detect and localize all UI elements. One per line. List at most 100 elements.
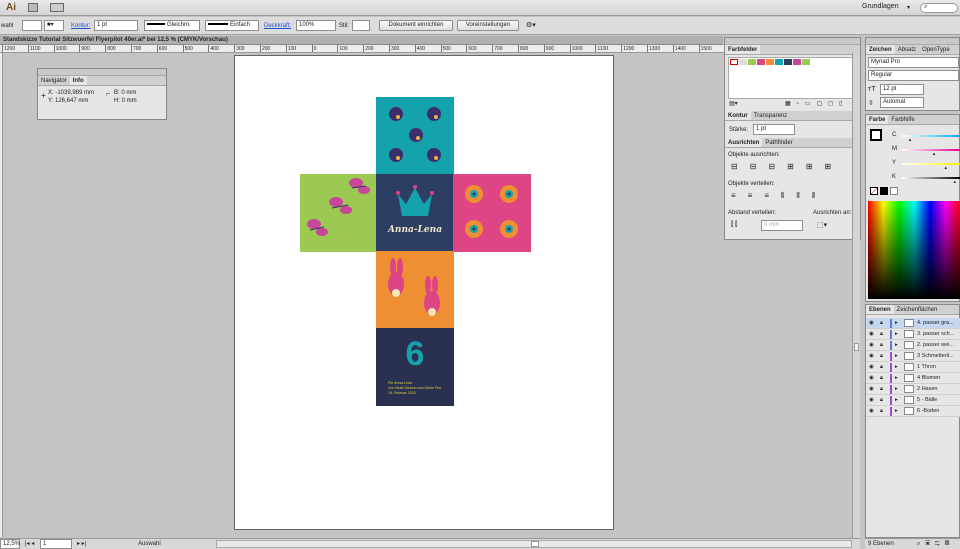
eye-icon[interactable]: ◉: [869, 362, 874, 373]
scroll-thumb[interactable]: [854, 343, 859, 351]
slider-handle[interactable]: ▴: [954, 179, 957, 185]
tab-pathfinder[interactable]: Pathfinder: [762, 138, 795, 147]
bridge-icon[interactable]: [28, 3, 38, 12]
horizontal-scrollbar[interactable]: [216, 540, 852, 548]
swatch[interactable]: [739, 59, 747, 65]
opacity-link[interactable]: Deckkraft:: [264, 22, 291, 30]
lock-icon[interactable]: 🔒︎: [880, 384, 883, 395]
expand-triangle-icon[interactable]: ▸: [895, 373, 898, 384]
artboard-field[interactable]: 1: [40, 539, 72, 549]
preferences-button[interactable]: Voreinstellungen: [457, 20, 519, 31]
swatches-grid[interactable]: [728, 57, 858, 99]
align-buttons-icon[interactable]: ⊟⊟⊟⊞⊞⊞: [731, 162, 843, 171]
slider-handle[interactable]: ▴: [909, 137, 912, 143]
opacity-field[interactable]: 100%: [296, 20, 336, 31]
expand-triangle-icon[interactable]: ▸: [895, 318, 898, 329]
eye-icon[interactable]: ◉: [869, 340, 874, 351]
panel-header[interactable]: [866, 38, 959, 45]
tab-ausrichten[interactable]: Ausrichten: [725, 138, 763, 147]
brush-select[interactable]: Einfach: [205, 20, 259, 31]
expand-triangle-icon[interactable]: ▸: [895, 329, 898, 340]
white-color-icon[interactable]: [890, 187, 898, 195]
eye-icon[interactable]: ◉: [869, 318, 874, 329]
tab-navigator[interactable]: Navigator: [38, 76, 70, 85]
fill-swatch[interactable]: [22, 20, 42, 31]
swatch-tools-icon[interactable]: ▦▫▭▢◻▯: [785, 100, 848, 107]
lock-icon[interactable]: 🔒︎: [880, 406, 883, 417]
layer-row[interactable]: ◉ 🔒︎ ▸ 3 Schmetterli...: [866, 351, 960, 362]
next-artboard-icon[interactable]: ▸ ▸|: [77, 539, 86, 549]
staerke-field[interactable]: 1 pt: [753, 124, 795, 135]
eye-icon[interactable]: ◉: [869, 351, 874, 362]
zoom-field[interactable]: 12,5%: [0, 539, 20, 549]
kontur-link[interactable]: Kontur:: [71, 22, 90, 30]
abstand-field[interactable]: 0 mm: [761, 220, 803, 231]
lock-icon[interactable]: 🔒︎: [880, 329, 883, 340]
tab-transparenz[interactable]: Transparenz: [751, 111, 790, 120]
magenta-slider[interactable]: ▴: [902, 149, 960, 157]
face-crown[interactable]: Anna-Lena: [376, 174, 454, 252]
eye-icon[interactable]: ◉: [869, 384, 874, 395]
lock-icon[interactable]: 🔒︎: [880, 351, 883, 362]
expand-triangle-icon[interactable]: ▸: [895, 362, 898, 373]
swatch[interactable]: [775, 59, 783, 65]
expand-triangle-icon[interactable]: ▸: [895, 406, 898, 417]
swatch-library-icon[interactable]: ▤▾: [729, 100, 738, 107]
document-tab[interactable]: Standskizze Tutorial Sitzwuerfel Flyerpi…: [0, 36, 723, 45]
slider-handle[interactable]: ▴: [933, 151, 936, 157]
chevron-down-icon[interactable]: ▾: [907, 4, 910, 11]
tab-zeichenflaechen[interactable]: Zeichenflächen: [894, 305, 941, 314]
eye-icon[interactable]: ◉: [869, 373, 874, 384]
stroke-swatch[interactable]: ■▾: [44, 20, 64, 31]
align-to-icon[interactable]: ⬚▾: [817, 221, 827, 229]
layer-row[interactable]: ◉ 🔒︎ ▸ 4 Blumen: [866, 373, 960, 384]
tab-farbhilfe[interactable]: Farbhilfe: [888, 115, 917, 124]
color-spectrum[interactable]: [868, 201, 960, 299]
black-slider[interactable]: ▴: [902, 177, 960, 185]
tab-absatz[interactable]: Absatz: [895, 45, 919, 54]
font-style-field[interactable]: Regular: [868, 70, 959, 81]
face-butterflies[interactable]: [300, 174, 377, 252]
expand-triangle-icon[interactable]: ▸: [895, 395, 898, 406]
swatch[interactable]: [748, 59, 756, 65]
none-color-icon[interactable]: [870, 187, 878, 195]
lock-icon[interactable]: 🔒︎: [880, 318, 883, 329]
swatch[interactable]: [784, 59, 792, 65]
swatch[interactable]: [802, 59, 810, 65]
expand-triangle-icon[interactable]: ▸: [895, 340, 898, 351]
cube-net[interactable]: Anna-Lena 6 Für Anna-Lena von Tante Gudr…: [300, 97, 531, 407]
stroke-color-indicator[interactable]: [870, 129, 882, 141]
face-balls[interactable]: [376, 97, 454, 175]
swatch[interactable]: [793, 59, 801, 65]
tab-kontur[interactable]: Kontur: [725, 111, 751, 120]
layer-row[interactable]: ◉ 🔒︎ ▸ 1 Thron: [866, 362, 960, 373]
scroll-thumb[interactable]: [531, 541, 539, 547]
layer-row[interactable]: ◉ 🔒︎ ▸ 6 -Boden: [866, 406, 960, 417]
tab-farbfelder[interactable]: Farbfelder: [725, 45, 761, 54]
face-number[interactable]: 6 Für Anna-Lena von Tante Gudrun und Onk…: [376, 328, 454, 406]
face-bunnies[interactable]: [376, 251, 454, 329]
font-size-field[interactable]: 12 pt: [880, 84, 924, 95]
face-flowers[interactable]: [453, 174, 531, 252]
layer-row[interactable]: ◉ 🔒︎ ▸ 2 Hasen: [866, 384, 960, 395]
search-input[interactable]: ⌕: [920, 3, 958, 13]
distribute-buttons-icon[interactable]: ≡≡≡⫴⫴⫴: [731, 191, 827, 201]
layer-row[interactable]: ◉ 🔒︎ ▸ 4. passer gra...: [866, 318, 960, 329]
arrange-icon[interactable]: ⚙▾: [526, 21, 536, 29]
style-select[interactable]: [352, 20, 370, 31]
layer-row[interactable]: ◉ 🔒︎ ▸ 2. passer wei...: [866, 340, 960, 351]
arrange-documents-icon[interactable]: [50, 3, 64, 12]
panel-header[interactable]: [725, 38, 860, 45]
tab-farbe[interactable]: Farbe: [866, 115, 889, 124]
layer-tools-icon[interactable]: ⌕▣⇆▤: [917, 539, 954, 549]
layer-row[interactable]: ◉ 🔒︎ ▸ 5 - Bälle: [866, 395, 960, 406]
font-family-field[interactable]: Myriad Pro: [868, 57, 959, 68]
layer-row[interactable]: ◉ 🔒︎ ▸ 3. passer sch...: [866, 329, 960, 340]
tab-info[interactable]: Info: [69, 76, 87, 85]
document-setup-button[interactable]: Dokument einrichten: [379, 20, 453, 31]
yellow-slider[interactable]: ▴: [902, 163, 960, 171]
leading-field[interactable]: Automat: [880, 97, 924, 108]
swatch[interactable]: [730, 59, 738, 65]
eye-icon[interactable]: ◉: [869, 395, 874, 406]
swatch[interactable]: [757, 59, 765, 65]
